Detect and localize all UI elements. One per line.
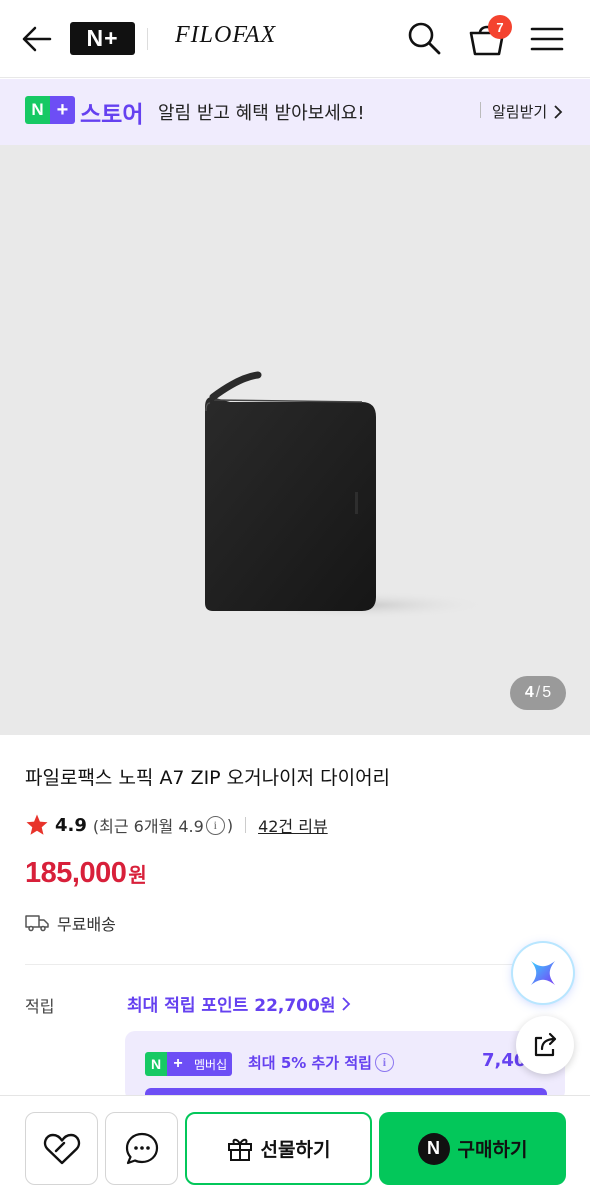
back-arrow-icon[interactable] bbox=[20, 22, 54, 56]
share-icon bbox=[534, 1032, 557, 1057]
recent-rating: (최근 6개월 4.9 bbox=[92, 817, 204, 836]
rating-divider bbox=[245, 817, 247, 833]
gift-icon bbox=[227, 1138, 252, 1161]
image-counter: 4/5 bbox=[510, 676, 566, 710]
truck-icon bbox=[25, 915, 49, 932]
badge-text: 멤버십 bbox=[189, 1052, 233, 1076]
wallet-image bbox=[205, 371, 490, 619]
cart-count-badge: 7 bbox=[488, 15, 512, 39]
info-icon[interactable]: i bbox=[205, 815, 225, 835]
search-icon[interactable] bbox=[406, 20, 442, 56]
store-name: 스토어 bbox=[80, 102, 144, 128]
info-icon[interactable]: i bbox=[374, 1053, 394, 1072]
alarm-button[interactable]: 알림받기 bbox=[492, 101, 563, 122]
heart-icon bbox=[43, 1133, 80, 1164]
shipping-label: 무료배송 bbox=[57, 915, 116, 934]
chevron-right-icon bbox=[342, 996, 351, 1011]
membership-benefit: 최대 5% 추가 적립 i bbox=[248, 1052, 396, 1073]
membership-badge: N + 멤버십 bbox=[145, 1052, 233, 1076]
header-divider bbox=[147, 28, 148, 50]
talk-button[interactable] bbox=[105, 1112, 178, 1185]
store-message: 알림 받고 혜택 받아보세요! bbox=[158, 103, 365, 124]
top-header: N+ FILOFAX 7 bbox=[0, 0, 590, 78]
product-title: 파일로팩스 노픽 A7 ZIP 오거나이저 다이어리 bbox=[25, 767, 391, 789]
chevron-right-icon bbox=[554, 104, 563, 119]
hamburger-menu-icon[interactable] bbox=[530, 22, 564, 56]
like-button[interactable] bbox=[25, 1112, 98, 1185]
badge-n: N bbox=[145, 1052, 167, 1076]
badge-plus: + bbox=[167, 1052, 189, 1076]
gift-button[interactable]: 선물하기 bbox=[185, 1112, 372, 1185]
gift-label: 선물하기 bbox=[260, 1139, 331, 1161]
badge-n: N bbox=[25, 96, 50, 124]
share-button[interactable] bbox=[516, 1016, 574, 1074]
nplus-logo[interactable]: N+ bbox=[70, 22, 135, 55]
points-link[interactable]: 최대 적립 포인트 22,700원 bbox=[127, 991, 351, 1016]
image-separator: / bbox=[535, 684, 541, 701]
price-unit: 원 bbox=[128, 863, 147, 887]
points-value: 최대 적립 포인트 22,700원 bbox=[127, 996, 336, 1016]
image-total: 5 bbox=[542, 684, 552, 701]
section-divider bbox=[25, 964, 565, 965]
naver-pay-icon: N bbox=[417, 1132, 450, 1165]
shipping-info: 무료배송 bbox=[25, 911, 116, 935]
sparkle-icon bbox=[531, 961, 555, 985]
brand-logo[interactable]: FILOFAX bbox=[175, 22, 276, 49]
rating-score: 4.9 bbox=[55, 814, 87, 836]
review-count-link[interactable]: 42건 리뷰 bbox=[258, 813, 328, 837]
image-current: 4 bbox=[524, 684, 534, 701]
price-amount: 185,000 bbox=[25, 857, 127, 889]
price: 185,000 원 bbox=[25, 857, 147, 890]
ai-assistant-button[interactable] bbox=[513, 943, 573, 1003]
product-image[interactable] bbox=[0, 145, 590, 735]
chat-bubble-icon bbox=[125, 1132, 158, 1164]
recent-rating-close: ) bbox=[226, 815, 234, 835]
banner-divider bbox=[480, 102, 481, 118]
alarm-label: 알림받기 bbox=[492, 103, 548, 121]
membership-text: 최대 5% 추가 적립 bbox=[248, 1054, 372, 1072]
buy-button[interactable]: N 구매하기 bbox=[379, 1112, 566, 1185]
buy-label: 구매하기 bbox=[457, 1139, 528, 1161]
points-label: 적립 bbox=[25, 997, 55, 1016]
nplus-store-badge: N + bbox=[25, 96, 75, 124]
star-icon bbox=[26, 814, 48, 835]
rating-row: 4.9 (최근 6개월 4.9 i ) 42건 리뷰 bbox=[25, 812, 328, 838]
badge-plus: + bbox=[50, 96, 75, 124]
